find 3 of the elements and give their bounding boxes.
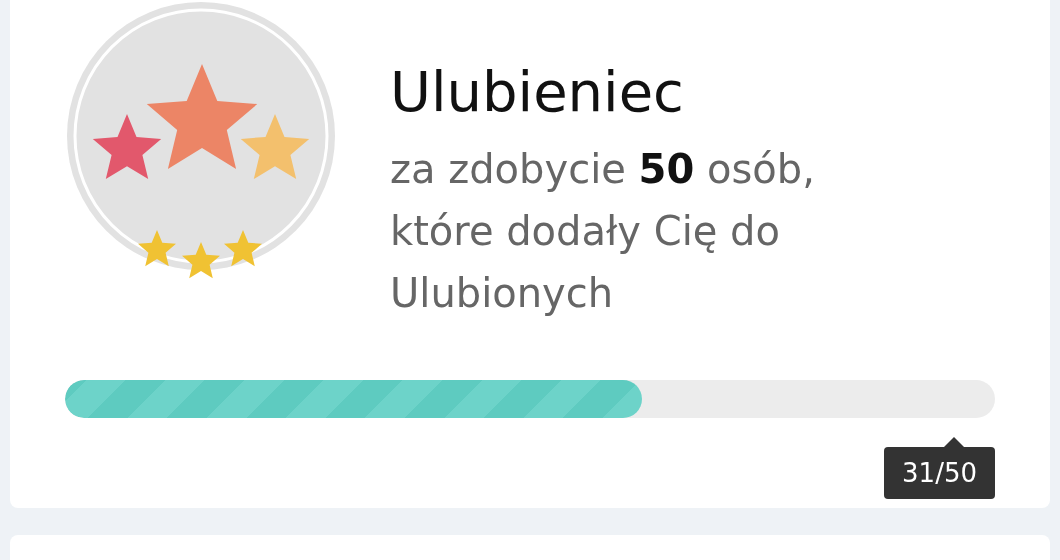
progress-tooltip: 31/50 [884,437,995,499]
achievement-title: Ulubieniec [390,58,685,126]
achievement-description: za zdobycie 50 osób, które dodały Cię do Ulubionych [390,145,816,318]
